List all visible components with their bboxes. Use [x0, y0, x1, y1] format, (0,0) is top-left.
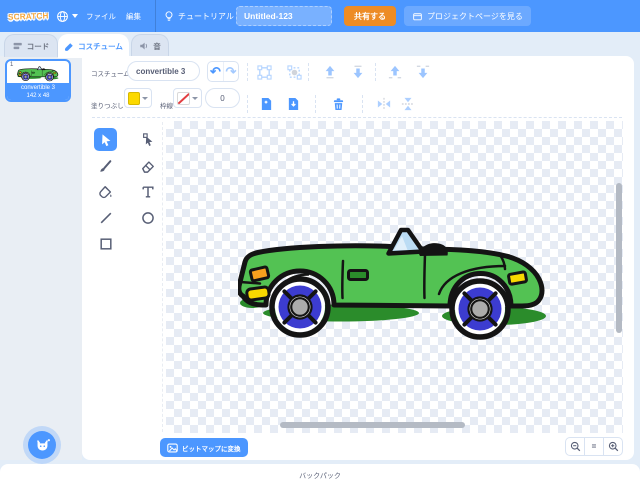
- menu-bar: SCRATCH ファイル 編集 チュートリアル 共有する: [0, 0, 640, 32]
- delete-button[interactable]: [330, 96, 346, 112]
- project-page-button[interactable]: プロジェクトページを見る: [404, 6, 531, 26]
- menu-file[interactable]: ファイル: [86, 6, 116, 26]
- share-button[interactable]: 共有する: [344, 6, 396, 26]
- costume-thumbnail: [7, 63, 69, 85]
- tool-eraser[interactable]: [136, 154, 159, 177]
- convert-to-bitmap-button[interactable]: ビットマップに変換: [160, 438, 248, 457]
- stroke-width-input[interactable]: [205, 88, 240, 108]
- tool-select[interactable]: [94, 128, 117, 151]
- chevron-down-icon: [142, 97, 148, 100]
- tool-line[interactable]: [94, 206, 117, 229]
- backpack-label: バックパック: [299, 471, 341, 481]
- tool-fill[interactable]: [94, 180, 117, 203]
- costume-info: convertible 3 142 x 48: [7, 83, 69, 100]
- vertical-scrollbar[interactable]: [616, 183, 622, 333]
- tab-costumes[interactable]: コスチューム: [58, 34, 129, 58]
- chevron-down-icon: [192, 97, 198, 100]
- divider: [308, 63, 309, 81]
- language-selector[interactable]: [56, 6, 78, 26]
- brush-icon: [64, 42, 74, 52]
- tab-sounds[interactable]: 音: [131, 34, 169, 57]
- paste-button[interactable]: [285, 96, 301, 112]
- costume-name-label: コスチューム: [91, 68, 130, 78]
- tab-code[interactable]: コード: [4, 34, 58, 57]
- copy-button[interactable]: [258, 96, 274, 112]
- outline-color-swatch: [177, 92, 190, 105]
- horizontal-scrollbar[interactable]: [280, 422, 465, 428]
- zoom-reset-button[interactable]: =: [584, 438, 603, 455]
- bring-forward-button[interactable]: [322, 64, 338, 80]
- zoom-controls: =: [565, 437, 623, 456]
- paint-canvas[interactable]: [166, 121, 623, 433]
- undo-redo-group: ↶ ↷: [207, 61, 239, 82]
- fill-label: 塗りつぶし: [91, 100, 124, 110]
- undo-button[interactable]: ↶: [208, 62, 223, 81]
- outline-label: 枠線: [160, 100, 173, 110]
- scratch-logo[interactable]: SCRATCH: [8, 5, 49, 26]
- costume-list-sidebar: 1 convertible 3 142 x 48: [0, 56, 82, 460]
- redo-button[interactable]: ↷: [223, 62, 238, 81]
- costume-item-selected[interactable]: 1 convertible 3 142 x 48: [5, 59, 71, 102]
- zoom-in-button[interactable]: [603, 438, 622, 455]
- scratch-editor: SCRATCH ファイル 編集 チュートリアル 共有する: [0, 0, 640, 488]
- divider: [362, 95, 363, 113]
- backpack-bar[interactable]: バックパック: [0, 464, 640, 488]
- fill-color-picker[interactable]: [124, 88, 152, 108]
- menu-tutorials[interactable]: チュートリアル: [178, 6, 234, 26]
- divider: [155, 0, 156, 32]
- flip-vertical-button[interactable]: [400, 96, 416, 112]
- chevron-down-icon: [72, 14, 78, 18]
- divider: [315, 95, 316, 113]
- paint-editor: コスチューム ↶ ↷: [82, 56, 634, 460]
- costume-drawing-convertible[interactable]: [238, 225, 548, 345]
- costume-name-input[interactable]: [127, 61, 200, 81]
- divider: [92, 117, 622, 118]
- fill-color-swatch: [128, 92, 140, 105]
- divider: [162, 122, 163, 432]
- speaker-icon: [139, 41, 149, 51]
- project-title-input[interactable]: [236, 6, 332, 26]
- tutorials-icon: [163, 6, 175, 26]
- menu-edit[interactable]: 編集: [126, 6, 141, 26]
- ungroup-button[interactable]: [286, 64, 302, 80]
- bitmap-icon: [167, 443, 178, 453]
- flip-horizontal-button[interactable]: [376, 96, 392, 112]
- code-icon: [13, 41, 23, 51]
- add-costume-button[interactable]: [28, 431, 56, 459]
- zoom-out-button[interactable]: [566, 438, 584, 455]
- divider: [375, 63, 376, 81]
- bring-to-front-button[interactable]: [387, 64, 403, 80]
- tool-rectangle[interactable]: [94, 232, 117, 255]
- cat-icon: [34, 437, 51, 454]
- send-backward-button[interactable]: [350, 64, 366, 80]
- divider: [247, 63, 248, 81]
- tool-text[interactable]: [136, 180, 159, 203]
- group-button[interactable]: [256, 64, 272, 80]
- send-to-back-button[interactable]: [415, 64, 431, 80]
- tool-circle[interactable]: [136, 206, 159, 229]
- globe-icon: [56, 10, 69, 23]
- project-page-icon: [412, 11, 423, 22]
- divider: [247, 95, 248, 113]
- tool-reshape[interactable]: [136, 128, 159, 151]
- tool-brush[interactable]: [94, 154, 117, 177]
- outline-color-picker[interactable]: [173, 88, 202, 108]
